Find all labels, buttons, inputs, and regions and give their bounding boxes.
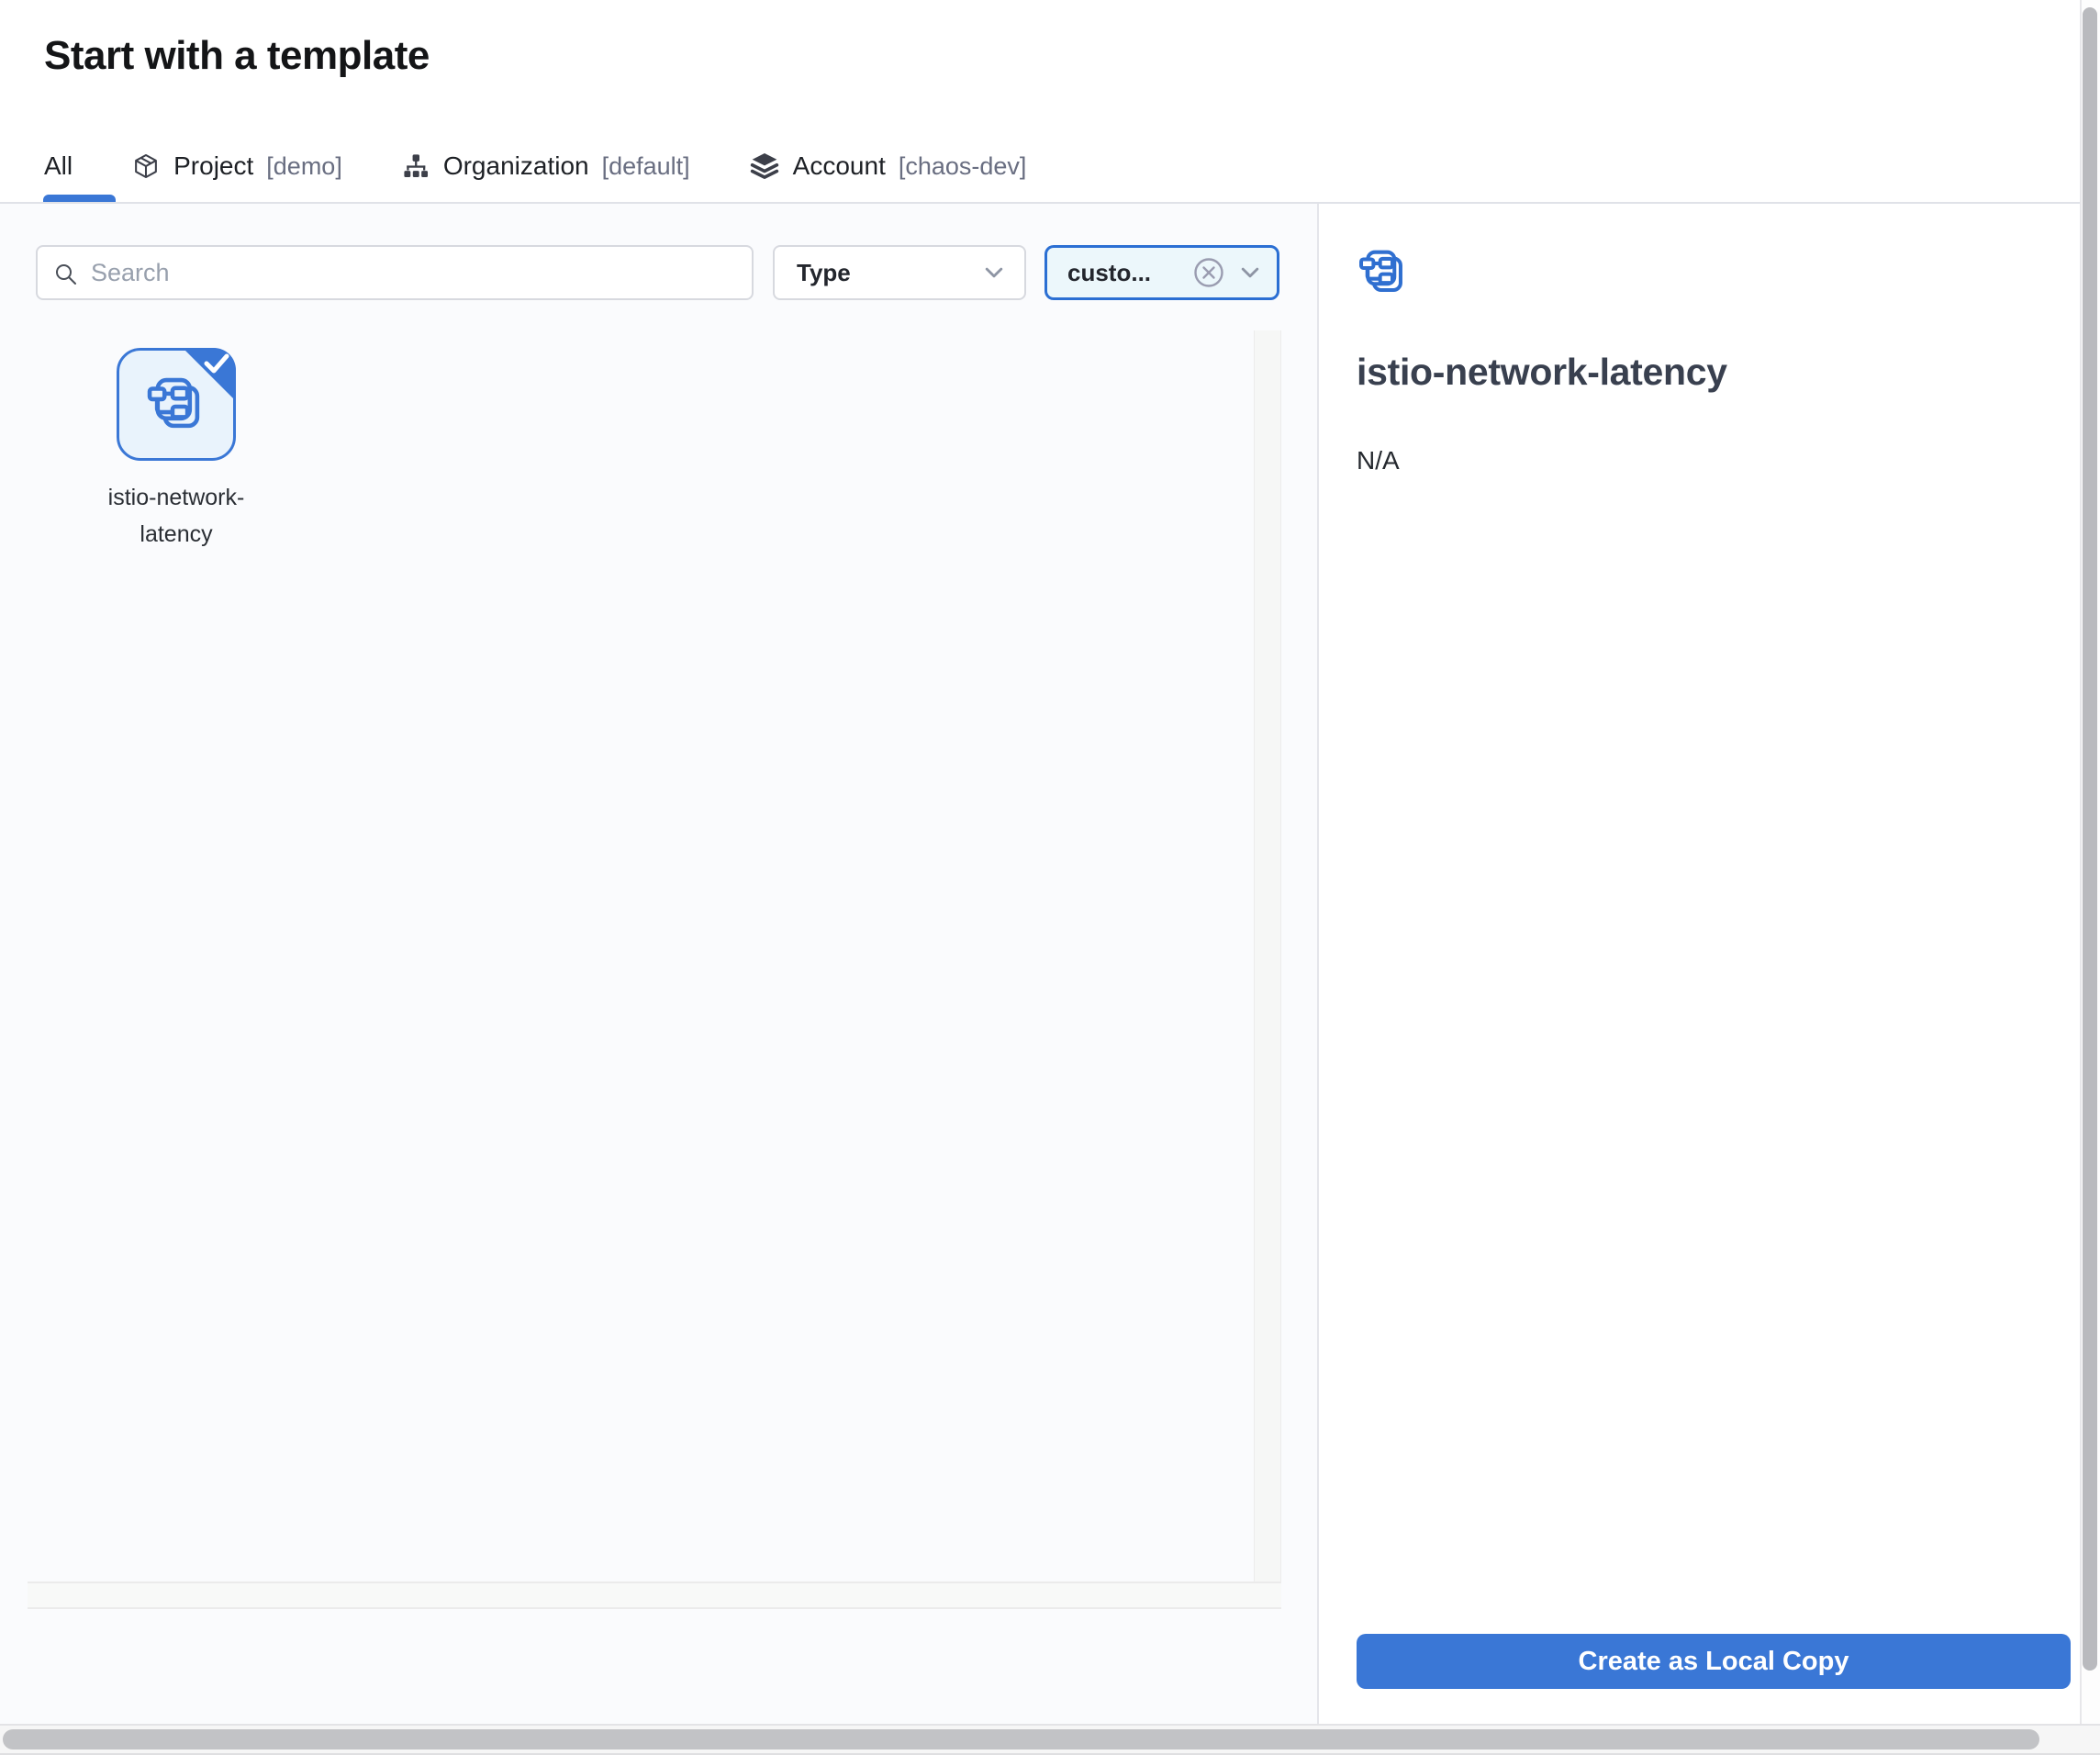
vertical-scrollbar-thumb[interactable] [2083,7,2097,1671]
tab-organization-scope: [default] [602,152,690,181]
start-with-template-dialog: Start with a template All Project [demo] [0,0,2100,1755]
selected-filter-chip[interactable]: custo... [1044,245,1279,300]
template-list-footer [28,1582,1281,1609]
type-filter-label: Type [797,259,851,287]
tab-account-label: Account [793,151,886,181]
template-card-name: istio-network-latency [89,479,263,553]
template-details-pane: istio-network-latency N/A Create as Loca… [1321,204,2080,1724]
selected-check-badge [179,348,236,405]
template-list-scrollbar[interactable] [1254,330,1281,1582]
template-details-description: N/A [1357,446,1400,475]
search-icon [53,262,79,287]
search-input[interactable] [38,247,752,298]
chevron-down-icon [982,261,1006,285]
template-browser-pane: Type custo... [0,204,1319,1724]
page-title: Start with a template [44,33,430,79]
chevron-down-icon [1238,261,1262,285]
tab-project[interactable]: Project [demo] [131,151,342,181]
tab-project-scope: [demo] [266,152,342,181]
tab-all[interactable]: All [44,151,73,181]
tab-all-label: All [44,151,73,181]
tab-account-scope: [chaos-dev] [899,152,1027,181]
tab-account[interactable]: Account [chaos-dev] [749,151,1027,182]
create-as-local-copy-button[interactable]: Create as Local Copy [1357,1634,2071,1689]
tab-organization-label: Organization [443,151,589,181]
tab-organization[interactable]: Organization [default] [401,151,690,181]
template-details-title: istio-network-latency [1357,351,1727,394]
workflow-template-icon [1357,246,1410,299]
org-chart-icon [401,151,430,181]
cube-icon [131,151,161,181]
selected-filter-label: custo... [1067,259,1192,287]
layers-icon [749,151,780,182]
tab-project-label: Project [173,151,253,181]
template-card-istio-network-latency[interactable] [117,348,236,461]
type-filter-dropdown[interactable]: Type [773,245,1026,300]
circle-x-icon[interactable] [1192,256,1225,289]
search-box [36,245,754,300]
scope-tabs: All Project [demo] [44,138,1026,195]
horizontal-scrollbar-thumb[interactable] [3,1729,2039,1749]
